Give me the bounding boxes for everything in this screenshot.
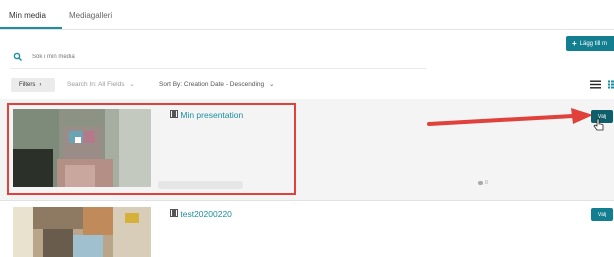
plus-icon: + [572,39,577,48]
add-media-button[interactable]: + Lägg till m [566,36,614,51]
annotation-arrow-icon [427,108,593,126]
video-thumbnail[interactable] [13,207,151,257]
sort-by-label: Sort By: Creation Date - Descending [159,81,265,88]
highlight-box [7,103,296,195]
filters-label: Filters [19,82,36,88]
add-media-label: Lägg till m [579,40,608,47]
entry-title: Min presentation [180,110,244,120]
row-divider [0,200,614,201]
entry-title-link[interactable]: Min presentation [170,110,243,120]
entry-title-link[interactable]: test20200220 [170,209,232,219]
tab-min-media[interactable]: Min media [9,11,46,20]
list-view-icon[interactable] [590,80,601,89]
comment-icon [478,180,483,185]
search-icon [13,52,22,61]
sort-by-dropdown[interactable]: Sort By: Creation Date - Descending ⌄ [159,80,274,88]
chevron-down-icon: ⌄ [129,81,135,88]
chevron-down-icon: ⌄ [268,81,275,88]
search-underline [10,68,426,69]
entry-title: test20200220 [180,209,232,219]
tabs-divider [0,29,614,30]
hand-cursor-icon [593,118,604,131]
tab-bar: Min media Mediagalleri [0,0,614,30]
video-icon [170,209,178,217]
tab-mediagalleri[interactable]: Mediagalleri [69,11,112,20]
blurred-metadata [158,181,243,189]
choose-button[interactable]: Välj [591,208,613,221]
video-icon [170,110,178,118]
comments-count: 0 [478,180,488,186]
grid-view-icon[interactable] [608,80,614,89]
search-in-dropdown[interactable]: Search In: All Fields ⌄ [67,80,135,88]
search-in-label: Search In: All Fields [67,81,125,88]
search-input[interactable] [32,51,422,63]
chevron-right-icon: › [39,82,42,88]
filters-button[interactable]: Filters › [11,78,55,92]
